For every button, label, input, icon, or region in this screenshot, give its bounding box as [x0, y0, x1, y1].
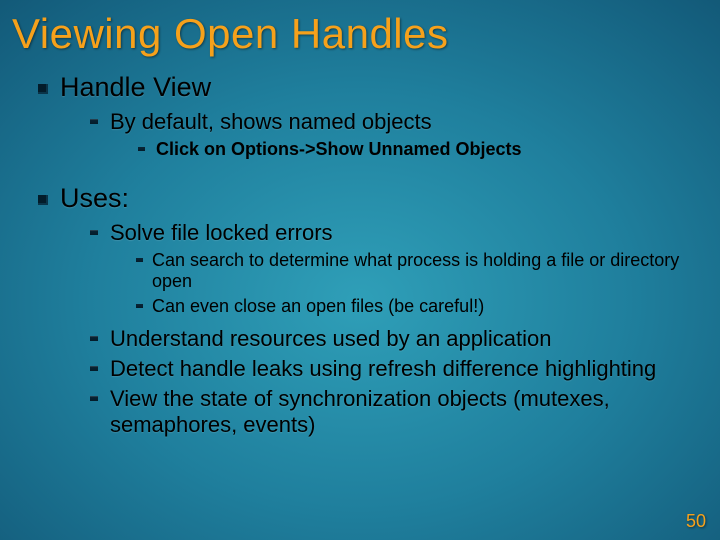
bullet-text: Handle View	[60, 72, 211, 102]
bullet-list-level2: By default, shows named objects Click on…	[60, 103, 720, 177]
bullet-text: Can search to determine what process is …	[152, 250, 679, 292]
bullet-text: Can even close an open files (be careful…	[152, 296, 484, 316]
bullet-text: By default, shows named objects	[110, 109, 432, 134]
list-item: Click on Options->Show Unnamed Objects	[138, 139, 720, 161]
list-item: Uses: Solve file locked errors Can searc…	[38, 183, 720, 447]
page-number: 50	[686, 511, 706, 532]
list-item: View the state of synchronization object…	[90, 386, 720, 438]
bullet-list-level3: Click on Options->Show Unnamed Objects	[110, 135, 720, 169]
list-item: Detect handle leaks using refresh differ…	[90, 356, 720, 382]
list-item: Understand resources used by an applicat…	[90, 326, 720, 352]
bullet-list-level2: Solve file locked errors Can search to d…	[60, 214, 720, 447]
bullet-text: Uses:	[60, 183, 129, 213]
bullet-text: View the state of synchronization object…	[110, 386, 610, 437]
list-item: Handle View By default, shows named obje…	[38, 72, 720, 177]
list-item: Can search to determine what process is …	[136, 250, 720, 293]
bullet-list-level3: Can search to determine what process is …	[110, 246, 720, 323]
list-item: Solve file locked errors Can search to d…	[90, 220, 720, 323]
bullet-text: Click on Options->Show Unnamed Objects	[156, 139, 522, 159]
bullet-text: Solve file locked errors	[110, 220, 333, 245]
slide-title: Viewing Open Handles	[0, 0, 720, 66]
list-item: Can even close an open files (be careful…	[136, 296, 720, 318]
bullet-text: Detect handle leaks using refresh differ…	[110, 356, 656, 381]
bullet-text: Understand resources used by an applicat…	[110, 326, 552, 351]
bullet-list-level1: Handle View By default, shows named obje…	[0, 66, 720, 446]
list-item: By default, shows named objects Click on…	[90, 109, 720, 169]
